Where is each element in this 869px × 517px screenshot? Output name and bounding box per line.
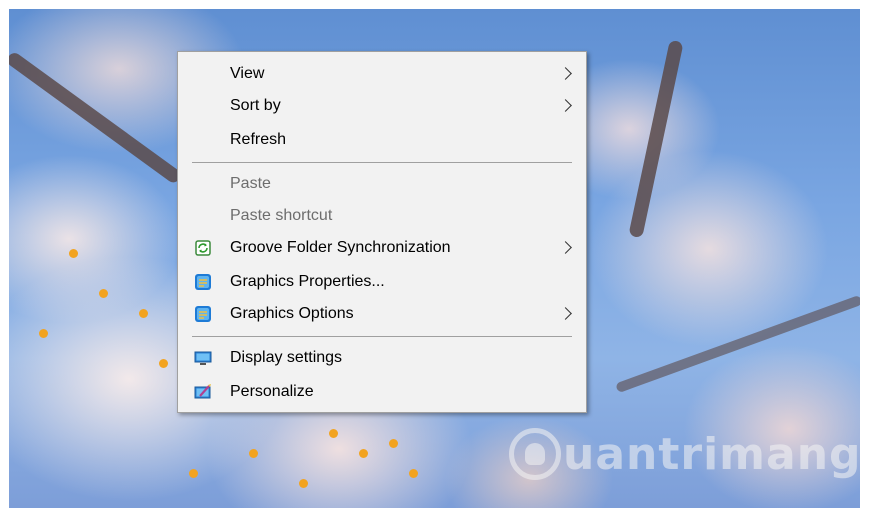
intel-graphics-icon bbox=[195, 274, 211, 290]
groove-sync-icon bbox=[195, 240, 211, 256]
menu-item-label: Graphics Properties... bbox=[230, 273, 385, 290]
wallpaper-branch bbox=[615, 294, 860, 394]
menu-separator bbox=[192, 336, 572, 337]
menu-item-graphics-options[interactable]: Graphics Options bbox=[180, 298, 584, 330]
menu-item-view[interactable]: View bbox=[180, 58, 584, 90]
wallpaper-stamen bbox=[389, 439, 398, 448]
screenshot-frame: uantrimang View Sort by Refresh Paste Pa… bbox=[0, 0, 869, 517]
wallpaper-stamen bbox=[139, 309, 148, 318]
watermark: uantrimang bbox=[509, 419, 860, 489]
wallpaper-stamen bbox=[189, 469, 198, 478]
chevron-right-icon bbox=[559, 307, 572, 320]
personalize-icon bbox=[194, 384, 211, 399]
wallpaper-branch bbox=[9, 50, 184, 186]
menu-item-display-settings[interactable]: Display settings bbox=[180, 342, 584, 374]
wallpaper-stamen bbox=[39, 329, 48, 338]
wallpaper-stamen bbox=[359, 449, 368, 458]
watermark-text: uantrimang bbox=[563, 428, 860, 480]
wallpaper-stamen bbox=[299, 479, 308, 488]
desktop-context-menu: View Sort by Refresh Paste Paste shortcu… bbox=[177, 51, 587, 413]
lightbulb-logo-icon bbox=[509, 428, 561, 480]
menu-item-sort-by[interactable]: Sort by bbox=[180, 90, 584, 122]
chevron-right-icon bbox=[559, 99, 572, 112]
menu-item-label: Paste shortcut bbox=[230, 207, 333, 224]
menu-item-paste-shortcut[interactable]: Paste shortcut bbox=[180, 200, 584, 232]
menu-item-graphics-properties[interactable]: Graphics Properties... bbox=[180, 266, 584, 298]
menu-item-label: Graphics Options bbox=[230, 305, 354, 322]
menu-item-label: Sort by bbox=[230, 97, 281, 114]
intel-graphics-icon bbox=[195, 306, 211, 322]
wallpaper-stamen bbox=[249, 449, 258, 458]
display-settings-icon bbox=[194, 351, 212, 365]
menu-item-label: Refresh bbox=[230, 131, 287, 148]
menu-item-paste[interactable]: Paste bbox=[180, 168, 584, 200]
chevron-right-icon bbox=[559, 241, 572, 254]
menu-item-refresh[interactable]: Refresh bbox=[180, 124, 584, 156]
menu-item-label: Paste bbox=[230, 175, 271, 192]
wallpaper-stamen bbox=[329, 429, 338, 438]
wallpaper-stamen bbox=[69, 249, 78, 258]
wallpaper-branch bbox=[628, 39, 684, 239]
menu-item-label: Groove Folder Synchronization bbox=[230, 239, 451, 256]
menu-item-label: View bbox=[230, 65, 265, 82]
menu-item-label: Personalize bbox=[230, 383, 314, 400]
chevron-right-icon bbox=[559, 67, 572, 80]
wallpaper-stamen bbox=[409, 469, 418, 478]
wallpaper-stamen bbox=[99, 289, 108, 298]
menu-item-label: Display settings bbox=[230, 349, 343, 366]
menu-item-personalize[interactable]: Personalize bbox=[180, 376, 584, 408]
menu-separator bbox=[192, 162, 572, 163]
menu-item-groove-folder-synchronization[interactable]: Groove Folder Synchronization bbox=[180, 232, 584, 264]
wallpaper-stamen bbox=[159, 359, 168, 368]
